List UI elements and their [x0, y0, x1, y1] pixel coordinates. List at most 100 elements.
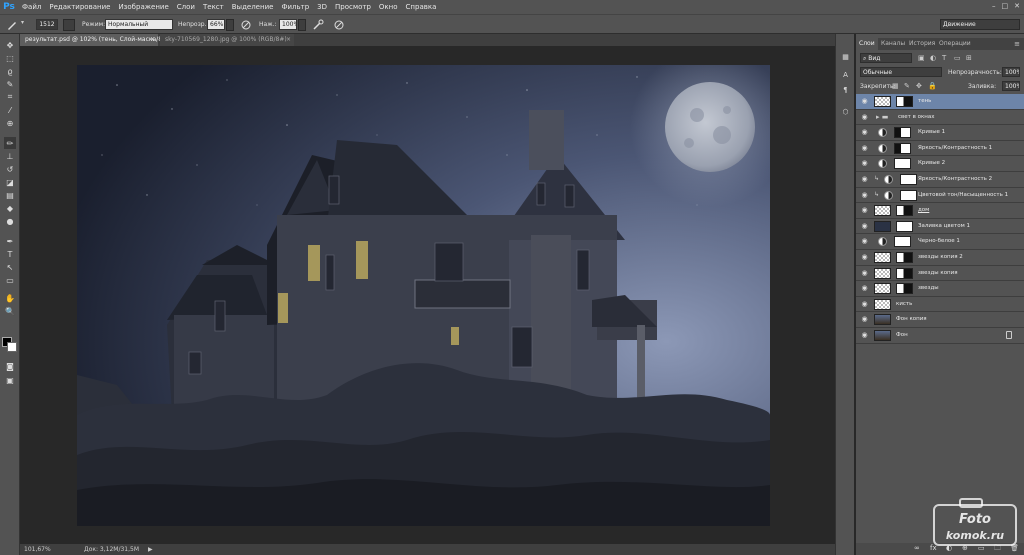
layer-row[interactable]: ◉ Кривые 1 — [856, 125, 1024, 141]
tab-layers[interactable]: Слои — [856, 38, 878, 50]
visibility-eye-icon[interactable]: ◉ — [860, 269, 869, 278]
brush-tool-preset-icon[interactable] — [6, 19, 18, 31]
mask-thumbnail[interactable] — [896, 205, 913, 217]
healing-tool-icon[interactable]: ⊕ — [4, 117, 16, 129]
path-select-tool-icon[interactable]: ↖ — [4, 261, 16, 273]
layer-thumbnail[interactable] — [874, 252, 891, 263]
marquee-tool-icon[interactable]: ⬚ — [4, 52, 16, 64]
clone-stamp-tool-icon[interactable]: ⊥ — [4, 150, 16, 162]
visibility-eye-icon[interactable]: ◉ — [860, 97, 869, 106]
layer-row[interactable]: ◉ звезды копия 2 — [856, 250, 1024, 266]
background-color-swatch[interactable] — [7, 342, 17, 352]
menu-help[interactable]: Справка — [402, 0, 441, 14]
layer-row[interactable]: ◉ Черно-белое 1 — [856, 234, 1024, 250]
layer-thumbnail[interactable] — [874, 283, 891, 295]
mask-thumbnail[interactable] — [896, 252, 913, 263]
mask-thumbnail[interactable] — [894, 236, 911, 248]
filter-shape-icon[interactable]: ▭ — [954, 54, 961, 62]
quick-select-tool-icon[interactable]: ✎ — [4, 78, 16, 90]
pressure-size-icon[interactable] — [333, 19, 345, 31]
menu-3d[interactable]: 3D — [313, 0, 331, 14]
visibility-eye-icon[interactable]: ◉ — [860, 253, 869, 262]
brush-size-field[interactable]: 1512 — [36, 19, 58, 30]
layer-row[interactable]: ◉ тень — [856, 94, 1024, 110]
tab-history[interactable]: История — [906, 38, 938, 50]
mask-thumbnail[interactable] — [900, 174, 917, 185]
visibility-eye-icon[interactable]: ◉ — [860, 315, 869, 324]
tab-close-icon[interactable]: × — [150, 34, 155, 46]
panel-menu-icon[interactable]: ≡ — [1014, 38, 1020, 50]
lock-transparency-icon[interactable]: ▦ — [892, 82, 899, 90]
screen-mode-icon[interactable]: ▣ — [4, 374, 16, 386]
mask-thumbnail[interactable] — [896, 267, 913, 279]
mask-thumbnail[interactable] — [894, 142, 911, 154]
layer-row[interactable]: ◉ Фон — [856, 328, 1024, 344]
visibility-eye-icon[interactable]: ◉ — [860, 331, 869, 340]
flow-dropdown-icon[interactable] — [298, 19, 306, 31]
menu-image[interactable]: Изображение — [114, 0, 172, 14]
group-folder-icon[interactable]: ▸ ▬ — [876, 113, 888, 121]
layer-row[interactable]: ◉ дом — [856, 203, 1024, 219]
layer-thumbnail[interactable] — [874, 314, 891, 326]
menu-file[interactable]: Файл — [18, 0, 45, 14]
blur-tool-icon[interactable]: ◆ — [4, 202, 16, 214]
filter-adjustment-icon[interactable]: ◐ — [930, 54, 936, 62]
flow-field[interactable]: 100% — [279, 19, 297, 30]
menu-view[interactable]: Просмотр — [331, 0, 375, 14]
zoom-level[interactable]: 101,67% — [24, 546, 51, 553]
layer-row[interactable]: ◉ Фон копия — [856, 312, 1024, 328]
filter-smart-icon[interactable]: ⊞ — [966, 54, 972, 62]
layer-thumbnail[interactable] — [874, 267, 891, 279]
visibility-eye-icon[interactable]: ◉ — [860, 237, 869, 246]
document-canvas[interactable] — [77, 65, 770, 526]
visibility-eye-icon[interactable]: ◉ — [860, 113, 869, 122]
menu-edit[interactable]: Редактирование — [45, 0, 114, 14]
visibility-eye-icon[interactable]: ◉ — [860, 144, 869, 153]
lasso-tool-icon[interactable]: ϱ — [4, 65, 16, 77]
brush-tool-icon[interactable]: ✏ — [4, 137, 16, 149]
layer-row[interactable]: ◉ ↳ Яркость/Контрастность 2 — [856, 172, 1024, 188]
minimize-button[interactable]: – — [992, 2, 996, 10]
airbrush-icon[interactable] — [312, 19, 324, 31]
dodge-tool-icon[interactable]: ● — [4, 215, 16, 227]
layer-row[interactable]: ◉ ▸ ▬ свет в окнах — [856, 109, 1024, 126]
mask-thumbnail[interactable] — [896, 96, 913, 107]
visibility-eye-icon[interactable]: ◉ — [860, 159, 869, 168]
layer-thumbnail[interactable] — [874, 298, 891, 310]
visibility-eye-icon[interactable]: ◉ — [860, 222, 869, 231]
opacity-dropdown-icon[interactable] — [226, 19, 234, 31]
mask-thumbnail[interactable] — [900, 189, 917, 201]
layer-thumbnail[interactable] — [874, 330, 891, 341]
opacity-field[interactable]: 66% — [207, 19, 225, 30]
gradient-tool-icon[interactable]: ▤ — [4, 189, 16, 201]
shape-tool-icon[interactable]: ▭ — [4, 274, 16, 286]
lock-position-icon[interactable]: ✥ — [916, 82, 922, 90]
eyedropper-tool-icon[interactable]: ⁄ — [4, 104, 16, 116]
visibility-eye-icon[interactable]: ◉ — [860, 175, 869, 184]
canvas-area[interactable] — [20, 46, 835, 544]
layer-thumbnail[interactable] — [874, 205, 891, 217]
maximize-button[interactable]: □ — [1002, 2, 1009, 10]
menu-select[interactable]: Выделение — [228, 0, 278, 14]
character-panel-icon[interactable]: A — [840, 69, 851, 80]
menu-type[interactable]: Текст — [199, 0, 228, 14]
pen-tool-icon[interactable]: ✒ — [4, 235, 16, 247]
pressure-opacity-icon[interactable] — [240, 19, 252, 31]
mode-select[interactable]: Нормальный — [105, 19, 173, 30]
preset-dropdown-icon[interactable]: ▾ — [21, 19, 27, 31]
history-brush-tool-icon[interactable]: ↺ — [4, 163, 16, 175]
tab-channels[interactable]: Каналы — [878, 38, 908, 50]
menu-layers[interactable]: Слои — [173, 0, 199, 14]
layer-row[interactable]: ◉ Яркость/Контрастность 1 — [856, 140, 1024, 157]
visibility-eye-icon[interactable]: ◉ — [860, 300, 869, 309]
blend-mode-select[interactable]: Обычные — [860, 67, 942, 77]
crop-tool-icon[interactable]: ⌗ — [4, 91, 16, 103]
tab-close-icon[interactable]: × — [286, 34, 291, 46]
layer-row[interactable]: ◉ кисть — [856, 296, 1024, 313]
layer-row[interactable]: ◉ звезды копия — [856, 265, 1024, 282]
paragraph-panel-icon[interactable]: ¶ — [840, 84, 851, 95]
eraser-tool-icon[interactable]: ◪ — [4, 176, 16, 188]
type-tool-icon[interactable]: T — [4, 248, 16, 260]
mask-thumbnail[interactable] — [896, 220, 913, 232]
layer-row[interactable]: ◉ Заливка цветом 1 — [856, 218, 1024, 235]
